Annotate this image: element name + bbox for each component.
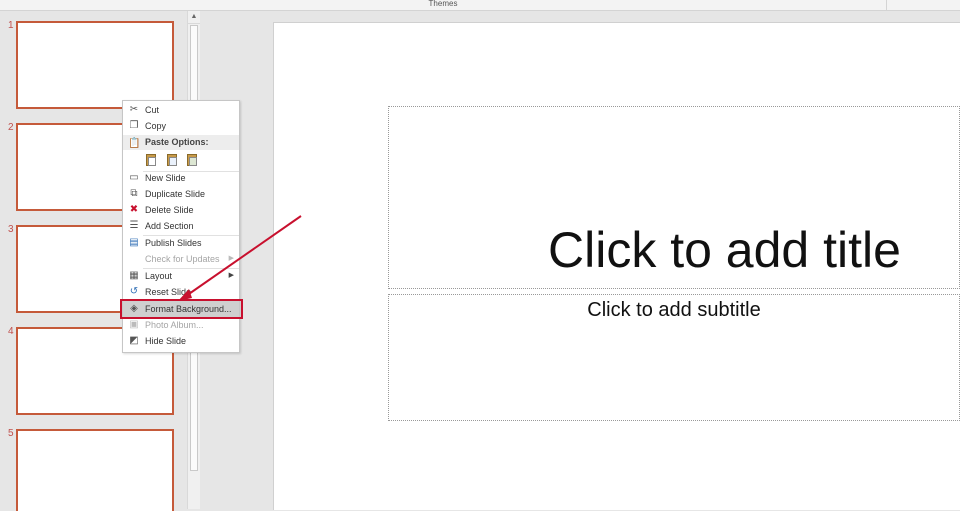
menu-item-label: Photo Album... — [145, 320, 204, 330]
menu-item-label: Copy — [145, 121, 167, 131]
scissors-icon: ✂ — [129, 104, 139, 115]
duplicate-slide-icon: ⧉ — [130, 188, 138, 199]
menu-item-label: Layout — [145, 271, 173, 281]
menu-item-new-slide[interactable]: ▭ New Slide — [123, 170, 239, 186]
menu-item-publish-slides[interactable]: ▤ Publish Slides — [123, 235, 239, 251]
thumbnail-number-2: 2 — [8, 122, 14, 133]
reset-slide-icon: ↺ — [129, 286, 139, 297]
menu-item-layout[interactable]: ▦ Layout ▶ — [123, 268, 239, 284]
scroll-up-icon[interactable]: ▲ — [188, 11, 200, 24]
layout-icon: ▦ — [129, 270, 139, 281]
hide-slide-icon: ◩ — [129, 335, 139, 346]
new-slide-icon: ▭ — [129, 172, 139, 183]
menu-item-copy[interactable]: ❐ Copy — [123, 118, 239, 134]
subtitle-placeholder-text: Click to add subtitle — [587, 299, 761, 321]
paste-options-header: 📋 Paste Options: — [123, 135, 239, 150]
menu-item-label: Publish Slides — [145, 238, 202, 248]
title-placeholder-text: Click to add title — [548, 222, 901, 278]
menu-item-label: Hide Slide — [145, 336, 187, 346]
menu-item-reset-slide[interactable]: ↺ Reset Slide — [123, 284, 239, 300]
menu-item-check-for-updates: Check for Updates ▶ — [123, 251, 239, 267]
menu-item-photo-album: ▣ Photo Album... — [123, 317, 239, 333]
menu-item-label: Cut — [145, 105, 160, 115]
menu-item-label: Reset Slide — [145, 287, 192, 297]
publish-slides-icon: ▤ — [129, 237, 139, 248]
thumbnail-number-4: 4 — [8, 326, 14, 337]
paste-picture-icon[interactable] — [186, 152, 199, 167]
menu-item-label: Add Section — [145, 221, 194, 231]
menu-item-label: New Slide — [145, 173, 186, 183]
paste-keep-formatting-icon[interactable] — [166, 152, 179, 167]
menu-item-duplicate-slide[interactable]: ⧉ Duplicate Slide — [123, 186, 239, 202]
add-section-icon: ☰ — [129, 220, 139, 231]
menu-item-delete-slide[interactable]: ✖ Delete Slide — [123, 202, 239, 218]
annotation-highlight-box — [120, 299, 243, 319]
thumbnail-number-3: 3 — [8, 224, 14, 235]
menu-item-label: Delete Slide — [145, 205, 194, 215]
thumbnail-number-5: 5 — [8, 428, 14, 439]
submenu-arrow-icon: ▶ — [228, 255, 234, 262]
ribbon-strip: Themes — [0, 0, 960, 11]
menu-item-label: Check for Updates — [145, 254, 220, 264]
menu-item-hide-slide[interactable]: ◩ Hide Slide — [123, 333, 239, 349]
slide-thumbnail-1[interactable] — [16, 21, 174, 109]
photo-album-icon: ▣ — [129, 319, 139, 330]
clipboard-icon: 📋 — [128, 138, 141, 149]
copy-icon: ❐ — [129, 120, 139, 131]
submenu-arrow-icon: ▶ — [228, 272, 234, 279]
paste-options-label: Paste Options: — [145, 137, 209, 147]
ribbon-group-label: Themes — [428, 0, 458, 8]
menu-item-cut[interactable]: ✂ Cut — [123, 102, 239, 118]
delete-slide-icon: ✖ — [129, 204, 139, 215]
paste-keep-theme-icon[interactable] — [145, 152, 158, 167]
paste-options-row — [145, 152, 204, 169]
slide-thumbnail-5[interactable] — [16, 429, 174, 511]
menu-item-label: Duplicate Slide — [145, 189, 206, 199]
menu-item-add-section[interactable]: ☰ Add Section — [123, 218, 239, 234]
thumbnail-number-1: 1 — [8, 20, 14, 31]
ribbon-divider — [886, 0, 887, 10]
